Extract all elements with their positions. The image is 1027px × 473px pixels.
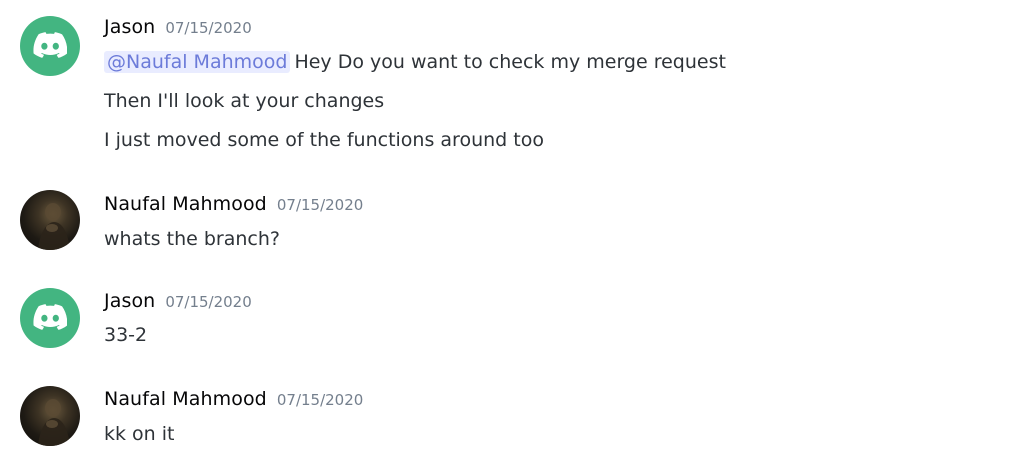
discord-logo-icon — [33, 32, 67, 58]
discord-avatar-icon[interactable] — [20, 16, 80, 76]
message-line: 33-2 — [104, 322, 147, 348]
message-line: @Naufal Mahmood Hey Do you want to check … — [104, 49, 726, 75]
username[interactable]: Jason — [104, 290, 155, 312]
user-mention[interactable]: @Naufal Mahmood — [104, 51, 291, 73]
message-text: Then I'll look at your changes — [104, 90, 385, 112]
message-text: I just moved some of the functions aroun… — [104, 129, 544, 151]
message-line: kk on it — [104, 421, 174, 447]
timestamp: 07/15/2020 — [276, 196, 364, 214]
message-line: whats the branch? — [104, 226, 280, 252]
message-header: Naufal Mahmood 07/15/2020 — [104, 193, 363, 215]
username[interactable]: Naufal Mahmood — [104, 193, 267, 215]
user-avatar[interactable] — [20, 190, 80, 250]
discord-avatar-icon[interactable] — [20, 288, 80, 348]
message-text: Hey Do you want to check my merge reques… — [294, 51, 726, 73]
username[interactable]: Naufal Mahmood — [104, 388, 267, 410]
message-header: Jason 07/15/2020 — [104, 16, 252, 38]
message-line: Then I'll look at your changes — [104, 88, 384, 114]
user-photo-icon — [38, 203, 70, 250]
user-avatar[interactable] — [20, 386, 80, 446]
message-line: I just moved some of the functions aroun… — [104, 127, 544, 153]
timestamp: 07/15/2020 — [276, 391, 364, 409]
message-text: kk on it — [104, 423, 175, 445]
discord-logo-icon — [33, 304, 67, 330]
message-header: Jason 07/15/2020 — [104, 290, 252, 312]
message-text: whats the branch? — [104, 228, 280, 250]
timestamp: 07/15/2020 — [165, 293, 252, 311]
message-text: 33-2 — [104, 324, 148, 346]
username[interactable]: Jason — [104, 16, 155, 38]
timestamp: 07/15/2020 — [165, 19, 252, 37]
user-photo-icon — [38, 399, 70, 446]
message-header: Naufal Mahmood 07/15/2020 — [104, 388, 363, 410]
